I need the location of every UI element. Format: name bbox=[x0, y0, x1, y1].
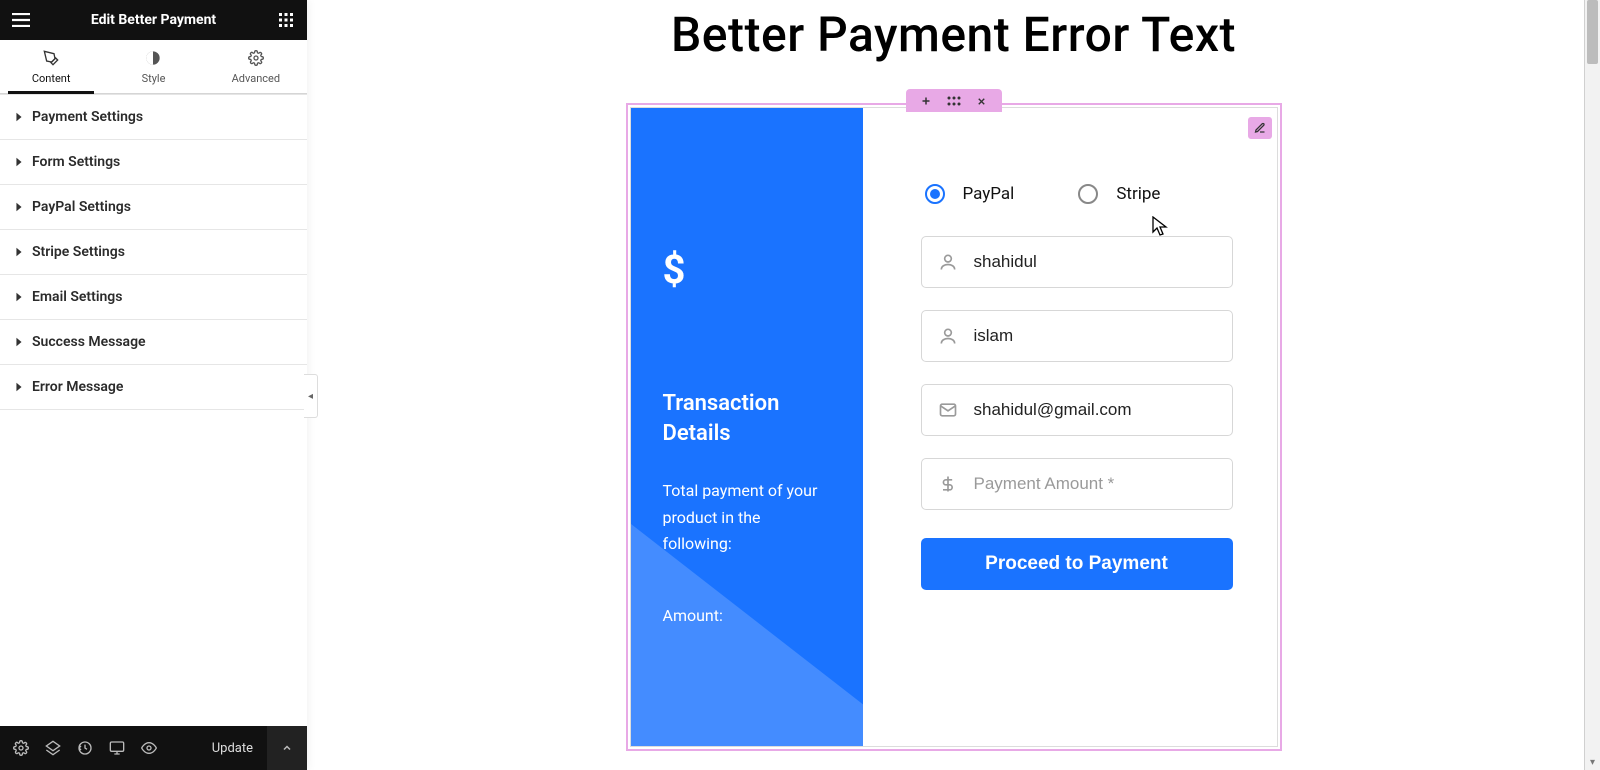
paypal-option[interactable]: PayPal bbox=[925, 184, 1015, 204]
remove-section-icon[interactable] bbox=[974, 93, 990, 109]
proceed-label: Proceed to Payment bbox=[985, 553, 1168, 574]
tab-label: Advanced bbox=[232, 72, 280, 85]
proceed-button[interactable]: Proceed to Payment bbox=[921, 538, 1233, 590]
panel-title: Edit Better Payment bbox=[91, 12, 216, 28]
tab-label: Style bbox=[142, 72, 166, 85]
scroll-down-icon[interactable]: ▾ bbox=[1585, 754, 1600, 770]
caret-icon bbox=[16, 293, 21, 302]
tab-style[interactable]: Style bbox=[102, 40, 204, 93]
last-name-input[interactable] bbox=[974, 326, 1216, 346]
history-icon[interactable] bbox=[70, 733, 100, 763]
mail-icon bbox=[938, 400, 958, 420]
scrollbar-thumb[interactable] bbox=[1587, 0, 1598, 64]
caret-icon bbox=[16, 158, 21, 167]
section-label: Error Message bbox=[32, 379, 123, 395]
radio-icon bbox=[1078, 184, 1098, 204]
tab-advanced[interactable]: Advanced bbox=[205, 40, 307, 93]
caret-icon bbox=[16, 248, 21, 257]
amount-input[interactable] bbox=[974, 474, 1216, 494]
stripe-label: Stripe bbox=[1116, 184, 1160, 204]
caret-icon bbox=[16, 113, 21, 122]
page-title: Better Payment Error Text bbox=[307, 6, 1600, 63]
radio-icon bbox=[925, 184, 945, 204]
amount-field[interactable] bbox=[921, 458, 1233, 510]
section-label: PayPal Settings bbox=[32, 199, 131, 215]
expand-button[interactable] bbox=[267, 726, 307, 770]
section-success-message[interactable]: Success Message bbox=[0, 320, 307, 365]
section-toolbar bbox=[906, 89, 1002, 112]
paypal-label: PayPal bbox=[963, 184, 1015, 204]
transaction-sidebar: $ Transaction Details Total payment of y… bbox=[631, 108, 863, 746]
menu-icon[interactable] bbox=[10, 9, 32, 31]
caret-icon bbox=[16, 338, 21, 347]
stripe-option[interactable]: Stripe bbox=[1078, 184, 1160, 204]
tab-content[interactable]: Content bbox=[0, 40, 102, 93]
caret-icon bbox=[16, 203, 21, 212]
collapse-panel-handle[interactable]: ◂ bbox=[304, 374, 318, 418]
responsive-icon[interactable] bbox=[102, 733, 132, 763]
email-field[interactable] bbox=[921, 384, 1233, 436]
section-form-settings[interactable]: Form Settings bbox=[0, 140, 307, 185]
vertical-scrollbar[interactable]: ▾ bbox=[1584, 0, 1600, 770]
last-name-field[interactable] bbox=[921, 310, 1233, 362]
section-email-settings[interactable]: Email Settings bbox=[0, 275, 307, 320]
drag-section-icon[interactable] bbox=[946, 93, 962, 109]
user-icon bbox=[938, 252, 958, 272]
update-button[interactable]: Update bbox=[200, 726, 265, 770]
add-section-icon[interactable] bbox=[918, 93, 934, 109]
email-input[interactable] bbox=[974, 400, 1216, 420]
preview-icon[interactable] bbox=[134, 733, 164, 763]
navigator-icon[interactable] bbox=[38, 733, 68, 763]
settings-icon[interactable] bbox=[6, 733, 36, 763]
edit-widget-icon[interactable] bbox=[1248, 117, 1272, 139]
section-label: Form Settings bbox=[32, 154, 120, 170]
widget-outline[interactable]: $ Transaction Details Total payment of y… bbox=[626, 103, 1282, 751]
section-stripe-settings[interactable]: Stripe Settings bbox=[0, 230, 307, 275]
user-icon bbox=[938, 326, 958, 346]
first-name-input[interactable] bbox=[974, 252, 1216, 272]
tab-label: Content bbox=[32, 72, 71, 85]
section-paypal-settings[interactable]: PayPal Settings bbox=[0, 185, 307, 230]
section-payment-settings[interactable]: Payment Settings bbox=[0, 95, 307, 140]
section-label: Email Settings bbox=[32, 289, 122, 305]
section-label: Payment Settings bbox=[32, 109, 143, 125]
apps-icon[interactable] bbox=[275, 9, 297, 31]
first-name-field[interactable] bbox=[921, 236, 1233, 288]
update-label: Update bbox=[212, 741, 253, 756]
section-label: Stripe Settings bbox=[32, 244, 125, 260]
section-error-message[interactable]: Error Message bbox=[0, 365, 307, 410]
caret-icon bbox=[16, 383, 21, 392]
section-label: Success Message bbox=[32, 334, 146, 350]
dollar-icon bbox=[938, 474, 958, 494]
